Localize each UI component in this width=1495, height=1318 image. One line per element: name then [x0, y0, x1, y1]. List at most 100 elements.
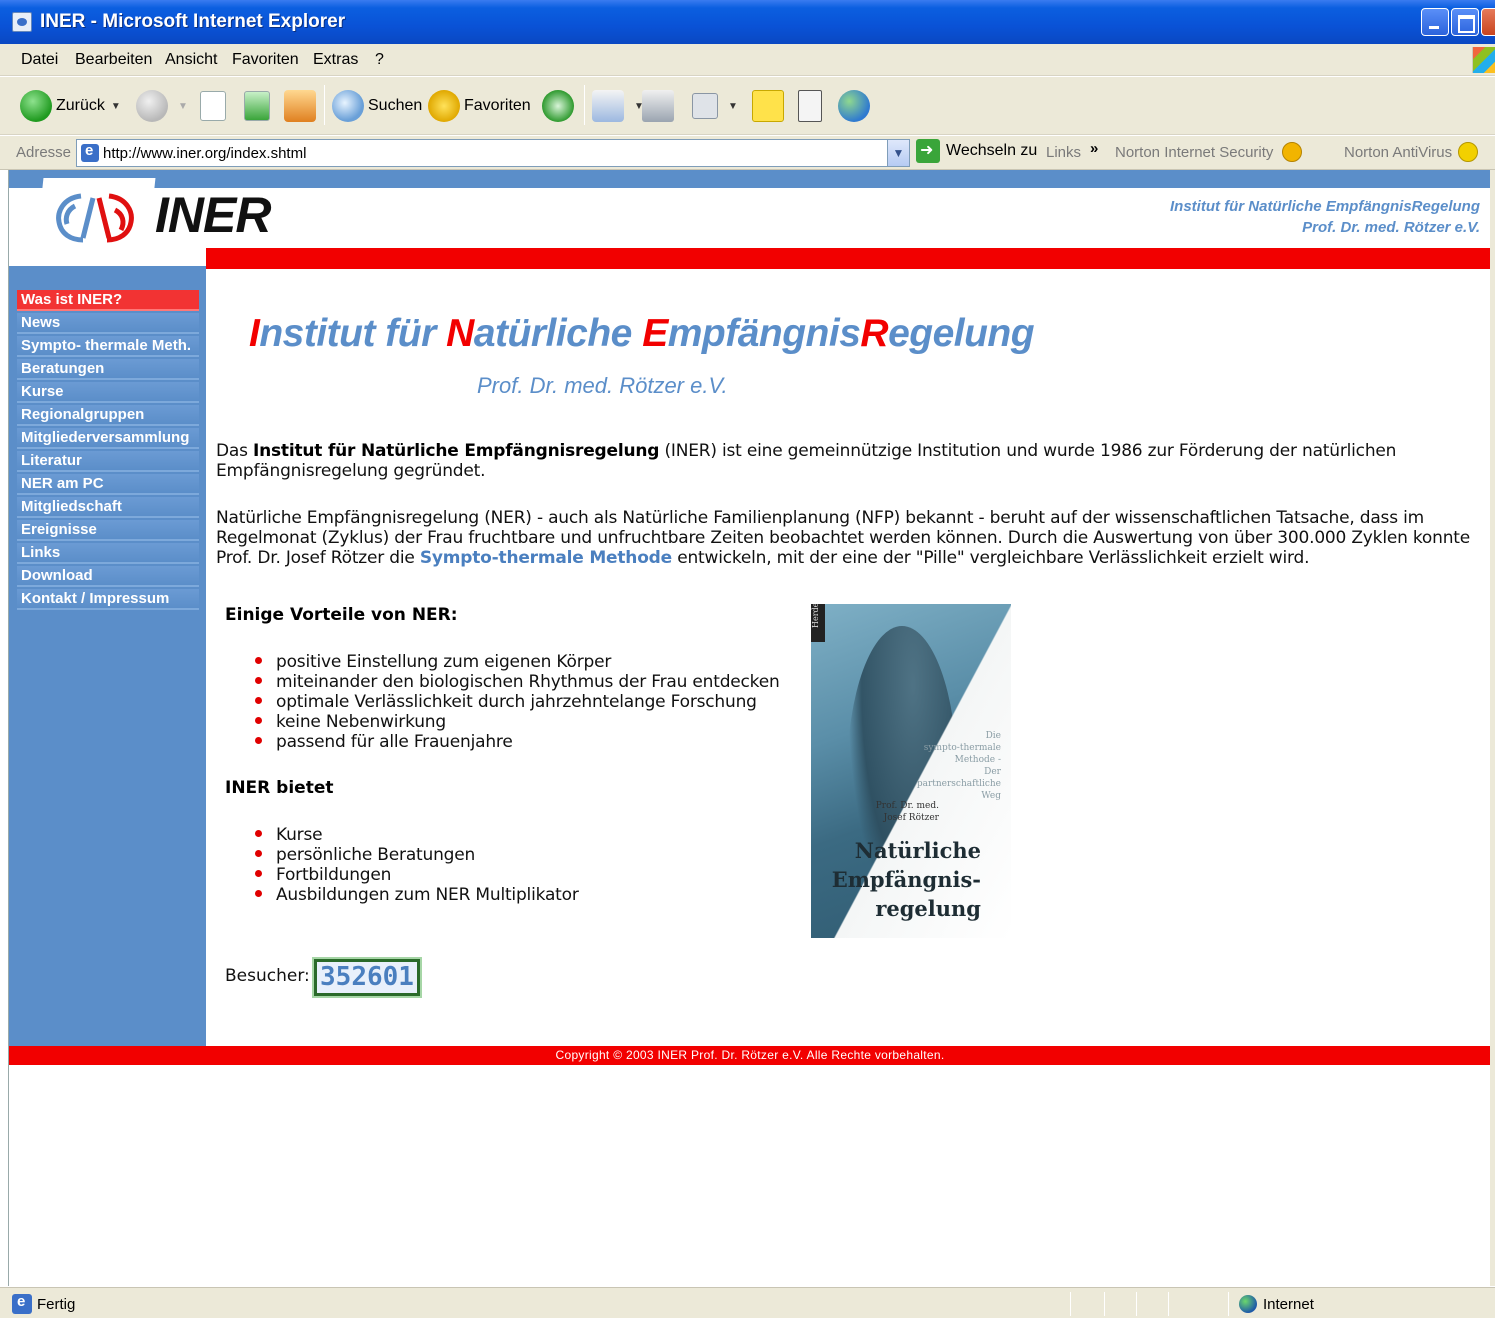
links-button[interactable]: Links — [1046, 144, 1081, 161]
advantages-heading: Einige Vorteile von NER: — [225, 605, 458, 625]
site-logo-text[interactable]: INER — [155, 186, 271, 244]
back-dropdown-icon[interactable]: ▼ — [111, 101, 121, 112]
status-text: Fertig — [37, 1296, 76, 1313]
favorites-button[interactable]: Favoriten — [428, 87, 531, 125]
mail-button[interactable]: ▼ — [592, 87, 644, 125]
edit-button[interactable]: ▼ — [692, 87, 738, 125]
offers-heading: INER bietet — [225, 778, 334, 798]
mail-icon — [592, 90, 624, 122]
sidebar-item-kurse[interactable]: Kurse — [17, 382, 199, 403]
links-chevron-icon[interactable]: » — [1090, 140, 1098, 157]
menu-extras[interactable]: Extras — [313, 51, 358, 69]
print-button[interactable] — [642, 87, 678, 125]
address-bar: Adresse http://www.iner.org/index.shtml … — [0, 136, 1495, 170]
discuss-button[interactable] — [752, 87, 788, 125]
title-bar: INER - Microsoft Internet Explorer — [0, 0, 1495, 44]
sidebar-item-literatur[interactable]: Literatur — [17, 451, 199, 472]
forward-dropdown-icon[interactable]: ▼ — [178, 101, 188, 112]
menu-ansicht[interactable]: Ansicht — [165, 51, 217, 69]
maximize-button[interactable] — [1451, 8, 1479, 36]
status-divider — [1228, 1292, 1229, 1316]
sidebar-item-kontakt-impressum[interactable]: Kontakt / Impressum — [17, 589, 199, 610]
address-url[interactable]: http://www.iner.org/index.shtml — [103, 145, 306, 162]
sidebar-item-links[interactable]: Links — [17, 543, 199, 564]
visitor-label: Besucher: — [225, 966, 310, 986]
header-red-bar — [206, 248, 1490, 269]
footer-copyright: Copyright © 2003 INER Prof. Dr. Rötzer e… — [9, 1046, 1490, 1065]
messenger-button[interactable] — [838, 87, 874, 125]
document-icon — [798, 90, 822, 122]
edit-dropdown-icon[interactable]: ▼ — [728, 101, 738, 112]
norton-antivirus-icon[interactable] — [1458, 142, 1478, 162]
windows-logo — [1472, 47, 1495, 73]
forward-button[interactable]: ▼ — [136, 87, 188, 125]
history-button[interactable] — [542, 87, 578, 125]
list-item: positive Einstellung zum eigenen Körper — [255, 652, 780, 672]
favorites-label: Favoriten — [464, 97, 531, 114]
back-button[interactable]: Zurück ▼ — [20, 87, 121, 125]
search-button[interactable]: Suchen — [332, 87, 422, 125]
status-bar: Fertig Internet — [0, 1287, 1495, 1318]
toolbar: Zurück ▼ ▼ Suchen Favoriten ▼ ▼ — [0, 77, 1495, 135]
sidebar-item-download[interactable]: Download — [17, 566, 199, 587]
norton-security-button[interactable]: Norton Internet Security — [1115, 144, 1273, 161]
sidebar-item-was-ist-iner[interactable]: Was ist INER? — [17, 290, 199, 311]
status-divider — [1136, 1292, 1137, 1316]
status-zone: Internet — [1263, 1296, 1314, 1313]
home-button[interactable] — [284, 87, 320, 125]
sidebar-item-news[interactable]: News — [17, 313, 199, 334]
list-item: Ausbildungen zum NER Multiplikator — [255, 885, 579, 905]
sidebar-item-beratungen[interactable]: Beratungen — [17, 359, 199, 380]
list-item: passend für alle Frauenjahre — [255, 732, 780, 752]
status-divider — [1104, 1292, 1105, 1316]
stop-button[interactable] — [200, 87, 230, 125]
messenger-icon — [838, 90, 870, 122]
refresh-button[interactable] — [244, 87, 274, 125]
research-button[interactable] — [798, 87, 826, 125]
status-page-icon — [12, 1293, 32, 1314]
status-divider — [1168, 1292, 1169, 1316]
header-tagline: Institut für Natürliche EmpfängnisRegelu… — [1170, 196, 1480, 238]
refresh-icon — [244, 91, 270, 121]
sympto-thermal-link[interactable]: Sympto-thermale Methode — [420, 548, 672, 568]
address-input[interactable]: http://www.iner.org/index.shtml ▼ — [76, 139, 910, 167]
header-tagline-line1: Institut für Natürliche EmpfängnisRegelu… — [1169, 198, 1480, 215]
go-button[interactable]: Wechseln zu — [916, 139, 1037, 163]
book-text-line: Natürliche — [854, 838, 981, 863]
menu-help[interactable]: ? — [375, 51, 384, 69]
star-icon — [428, 90, 460, 122]
list-item: keine Nebenwirkung — [255, 712, 780, 732]
book-author: Prof. Dr. med. Josef Rötzer — [876, 800, 939, 824]
book-spine: Herder — [811, 604, 825, 642]
back-label: Zurück — [56, 97, 105, 114]
sidebar-item-regionalgruppen[interactable]: Regionalgruppen — [17, 405, 199, 426]
sidebar-item-mitgliederversammlung[interactable]: Mitgliederversammlung — [17, 428, 199, 449]
method-paragraph: Natürliche Empfängnisregelung (NER) - au… — [216, 508, 1470, 568]
address-label: Adresse — [16, 144, 72, 161]
menu-bearbeiten[interactable]: Bearbeiten — [75, 51, 152, 69]
book-text-line: Prof. Dr. med. — [875, 801, 939, 811]
menu-datei[interactable]: Datei — [21, 51, 58, 69]
minimize-button[interactable] — [1421, 8, 1449, 36]
norton-antivirus-button[interactable]: Norton AntiVirus — [1344, 144, 1452, 161]
list-item: Fortbildungen — [255, 865, 579, 885]
book-text-line: Empfängnis- — [831, 867, 981, 892]
sidebar-item-ner-am-pc[interactable]: NER am PC — [17, 474, 199, 495]
visitor-counter: 352601 — [312, 957, 422, 998]
menu-favoriten[interactable]: Favoriten — [232, 51, 299, 69]
close-button[interactable] — [1481, 8, 1495, 36]
search-icon — [332, 90, 364, 122]
go-arrow-icon — [916, 139, 940, 163]
list-item: optimale Verlässlichkeit durch jahrzehnt… — [255, 692, 780, 712]
page-viewport: INER Institut für Natürliche EmpfängnisR… — [8, 170, 1490, 1286]
norton-security-icon[interactable] — [1282, 142, 1302, 162]
list-item: miteinander den biologischen Rhythmus de… — [255, 672, 780, 692]
sidebar-item-mitgliedschaft[interactable]: Mitgliedschaft — [17, 497, 199, 518]
address-dropdown-icon[interactable]: ▼ — [887, 140, 909, 166]
sidebar: Was ist INER? News Sympto- thermale Meth. B… — [9, 266, 206, 1046]
offers-list: Kurse persönliche Beratungen Fortbildungen… — [255, 825, 579, 905]
edit-icon — [692, 93, 718, 119]
book-text-line: regelung — [875, 896, 981, 921]
sidebar-item-ereignisse[interactable]: Ereignisse — [17, 520, 199, 541]
sidebar-item-sympto-thermale-meth[interactable]: Sympto- thermale Meth. — [17, 336, 199, 357]
